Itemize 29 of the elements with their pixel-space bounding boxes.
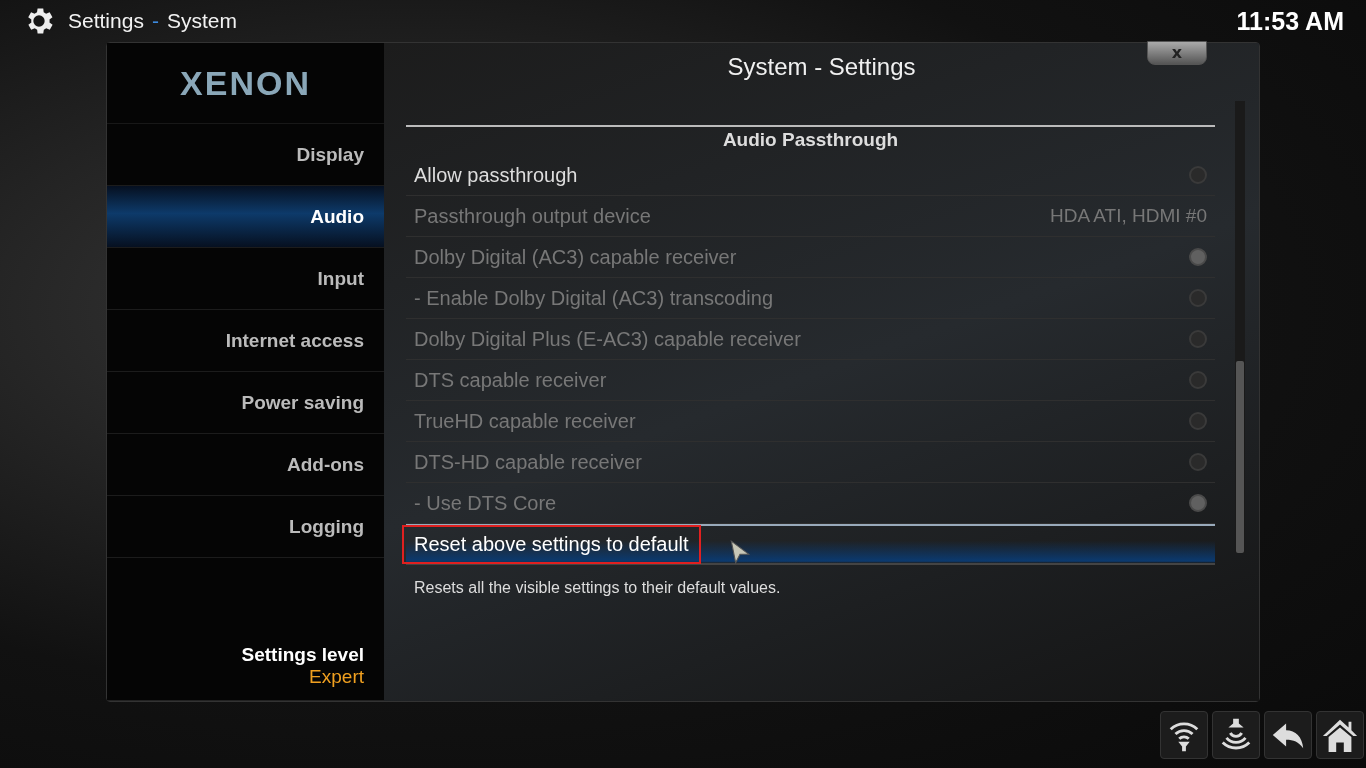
clock: 11:53 AM (1236, 6, 1344, 36)
setting-value: HDA ATI, HDMI #0 (1050, 205, 1207, 227)
setting-label: Passthrough output device (414, 204, 651, 228)
setting-label: TrueHD capable receiver (414, 409, 636, 433)
scrollbar-thumb[interactable] (1236, 361, 1244, 553)
setting-label: Allow passthrough (414, 163, 578, 187)
setting-label: DTS-HD capable receiver (414, 450, 642, 474)
wifi-icon[interactable] (1160, 711, 1208, 759)
setting-label: DTS capable receiver (414, 368, 607, 392)
close-button[interactable]: x (1147, 41, 1207, 65)
logo: XENON (179, 62, 312, 104)
setting-label: - Enable Dolby Digital (AC3) transcoding (414, 286, 774, 310)
title-separator: - (151, 9, 159, 33)
setting-label: - Use DTS Core (414, 491, 557, 515)
mouse-pointer-icon (728, 538, 751, 565)
page-title: Settings (68, 9, 144, 33)
setting-row[interactable]: Allow passthrough (406, 155, 1215, 196)
setting-label: Dolby Digital (AC3) capable receiver (414, 245, 737, 269)
speaker-icon[interactable] (1212, 711, 1260, 759)
dialog-title: System - Settings (727, 53, 916, 81)
settings-level-label: Settings level (241, 644, 364, 666)
setting-description: Resets all the visible settings to their default values. (413, 578, 782, 598)
category-item[interactable]: Audio (107, 186, 384, 248)
settings-level-value[interactable]: Expert (309, 666, 364, 688)
setting-label: Dolby Digital Plus (E-AC3) capable receiver (414, 327, 801, 351)
page-subtitle: System (166, 9, 237, 33)
home-icon[interactable] (1316, 711, 1364, 759)
setting-label: Reset above settings to default (404, 527, 699, 562)
section-heading: Audio Passthrough (406, 125, 1215, 155)
